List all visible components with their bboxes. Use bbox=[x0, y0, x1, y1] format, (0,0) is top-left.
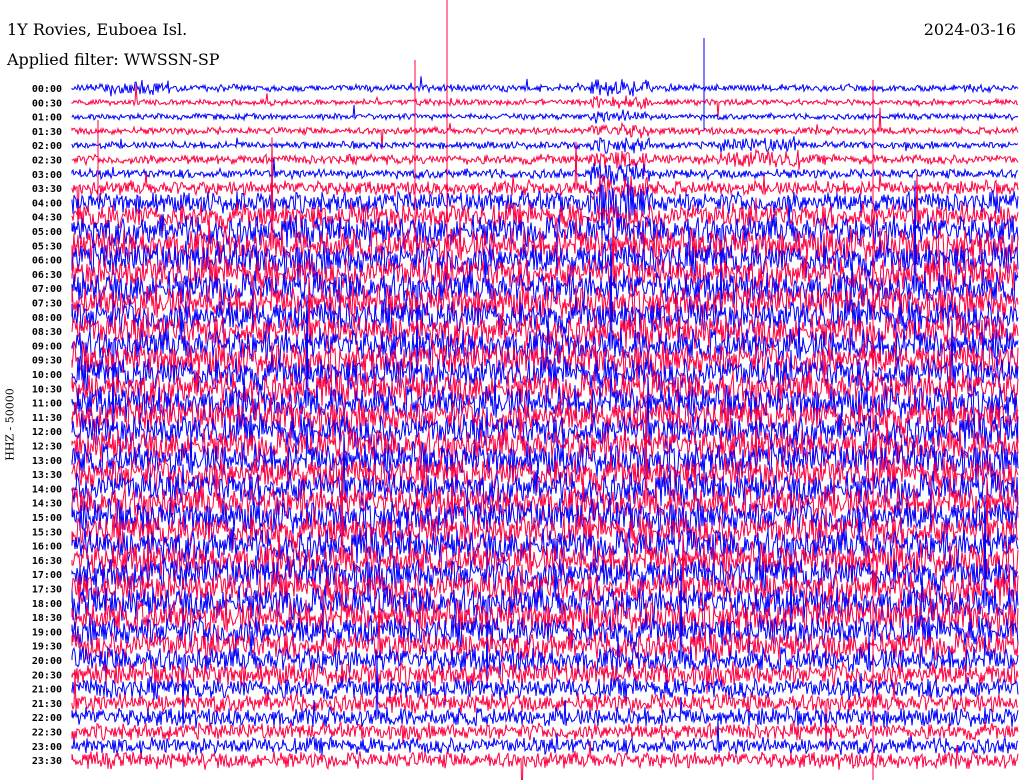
row-time-label: 17:00 bbox=[32, 570, 62, 581]
row-time-label: 07:30 bbox=[32, 299, 62, 310]
row-time-label: 08:30 bbox=[32, 327, 62, 338]
row-time-label: 15:30 bbox=[32, 527, 62, 538]
row-time-label: 21:30 bbox=[32, 699, 62, 710]
row-time-label: 03:30 bbox=[32, 184, 62, 195]
row-time-label: 17:30 bbox=[32, 585, 62, 596]
row-time-label: 23:00 bbox=[32, 742, 62, 753]
row-time-label: 11:00 bbox=[32, 399, 62, 410]
row-time-label: 15:00 bbox=[32, 513, 62, 524]
row-time-label: 22:00 bbox=[32, 713, 62, 724]
row-time-label: 04:00 bbox=[32, 198, 62, 209]
row-time-label: 14:30 bbox=[32, 499, 62, 510]
row-time-label: 12:30 bbox=[32, 442, 62, 453]
row-time-label: 16:30 bbox=[32, 556, 62, 567]
row-time-label: 02:00 bbox=[32, 141, 62, 152]
row-time-label: 13:30 bbox=[32, 470, 62, 481]
row-time-label: 07:00 bbox=[32, 284, 62, 295]
row-time-label: 12:00 bbox=[32, 427, 62, 438]
row-time-label: 19:00 bbox=[32, 627, 62, 638]
trace-row-0300 bbox=[71, 158, 1019, 186]
row-time-label: 21:00 bbox=[32, 685, 62, 696]
row-time-label: 08:00 bbox=[32, 313, 62, 324]
row-time-label: 13:00 bbox=[32, 456, 62, 467]
row-time-label: 00:00 bbox=[32, 84, 62, 95]
row-time-label: 18:00 bbox=[32, 599, 62, 610]
row-time-label: 06:30 bbox=[32, 270, 62, 281]
row-time-label: 06:00 bbox=[32, 256, 62, 267]
row-time-label: 03:00 bbox=[32, 170, 62, 181]
row-time-label: 22:30 bbox=[32, 728, 62, 739]
row-time-label: 14:00 bbox=[32, 484, 62, 495]
row-time-label: 23:30 bbox=[32, 756, 62, 767]
row-time-label: 10:00 bbox=[32, 370, 62, 381]
row-time-label: 20:00 bbox=[32, 656, 62, 667]
row-time-label: 18:30 bbox=[32, 613, 62, 624]
row-time-label: 04:30 bbox=[32, 213, 62, 224]
row-time-label: 00:30 bbox=[32, 98, 62, 109]
row-time-label: 10:30 bbox=[32, 384, 62, 395]
row-time-label: 01:30 bbox=[32, 127, 62, 138]
trace-row-0000 bbox=[71, 76, 1019, 97]
row-time-label: 01:00 bbox=[32, 113, 62, 124]
helicorder-plot: 00:00 00:30 01:00 01:30 02:00 02:30 03:00 03:30… bbox=[32, 0, 1019, 780]
row-time-label: 02:30 bbox=[32, 156, 62, 167]
row-time-label: 09:30 bbox=[32, 356, 62, 367]
row-time-label: 05:00 bbox=[32, 227, 62, 238]
row-time-label: 05:30 bbox=[32, 241, 62, 252]
row-time-label: 11:30 bbox=[32, 413, 62, 424]
row-time-label: 09:00 bbox=[32, 341, 62, 352]
row-time-label: 16:00 bbox=[32, 542, 62, 553]
row-time-label: 19:30 bbox=[32, 642, 62, 653]
trace-row-0200 bbox=[71, 136, 1019, 154]
trace-row-0100 bbox=[71, 104, 1019, 124]
row-time-label: 20:30 bbox=[32, 670, 62, 681]
